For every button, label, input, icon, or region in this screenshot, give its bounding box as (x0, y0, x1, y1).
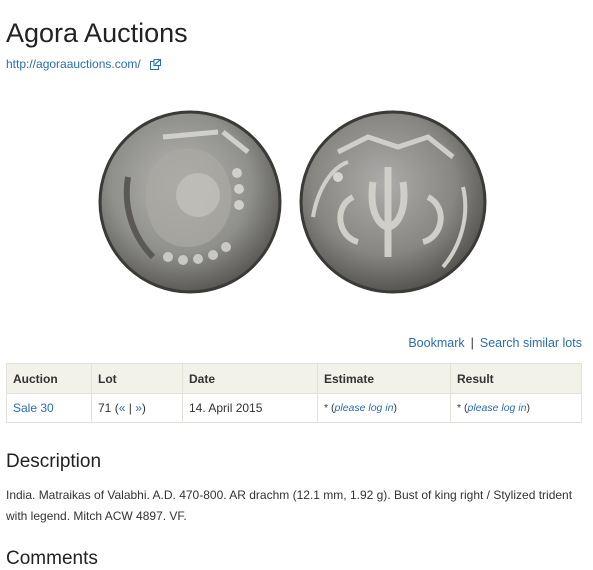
column-header-lot: Lot (91, 363, 183, 394)
site-url-link[interactable]: http://agoraauctions.com/ (6, 57, 141, 71)
lot-table: Auction Lot Date Estimate Result Sale 30… (6, 363, 582, 423)
page-title: Agora Auctions (6, 18, 188, 48)
next-lot-link[interactable]: » (135, 401, 142, 415)
description-heading: Description (6, 451, 102, 472)
coin-reverse (299, 110, 487, 294)
lot-nav-separator: | (128, 401, 132, 415)
actions-separator: | (470, 336, 474, 350)
lot-cell: 71 (« | ») (91, 393, 183, 423)
auction-link[interactable]: Sale 30 (13, 401, 54, 415)
table-header-row: Auction Lot Date Estimate Result (6, 363, 582, 394)
estimate-asterisk: * (324, 402, 329, 414)
coin-obverse (98, 110, 282, 294)
site-url-line: http://agoraauctions.com/ (6, 57, 162, 73)
column-header-result: Result (450, 363, 582, 394)
auction-cell: Sale 30 (6, 393, 92, 423)
result-cell: * (please log in) (450, 393, 582, 423)
description-text: India. Matraikas of Valabhi. A.D. 470-80… (6, 488, 573, 523)
estimate-cell: * (please log in) (317, 393, 451, 423)
column-header-date: Date (182, 363, 318, 394)
estimate-login-link[interactable]: please log in (335, 402, 394, 414)
column-header-estimate: Estimate (317, 363, 451, 394)
lot-actions: Bookmark | Search similar lots (408, 336, 582, 350)
date-cell: 14. April 2015 (182, 393, 318, 423)
table-row: Sale 30 71 (« | ») 14. April 2015 * (ple… (6, 393, 582, 423)
search-similar-lots-link[interactable]: Search similar lots (480, 336, 582, 350)
lot-number: 71 (98, 401, 112, 415)
coin-image[interactable] (98, 107, 488, 297)
external-link-icon[interactable] (150, 59, 162, 73)
comments-heading: Comments (6, 548, 98, 569)
result-login-link[interactable]: please log in (468, 402, 527, 414)
result-asterisk: * (457, 402, 462, 414)
previous-lot-link[interactable]: « (119, 401, 126, 415)
bookmark-link[interactable]: Bookmark (408, 336, 464, 350)
column-header-auction: Auction (6, 363, 92, 394)
